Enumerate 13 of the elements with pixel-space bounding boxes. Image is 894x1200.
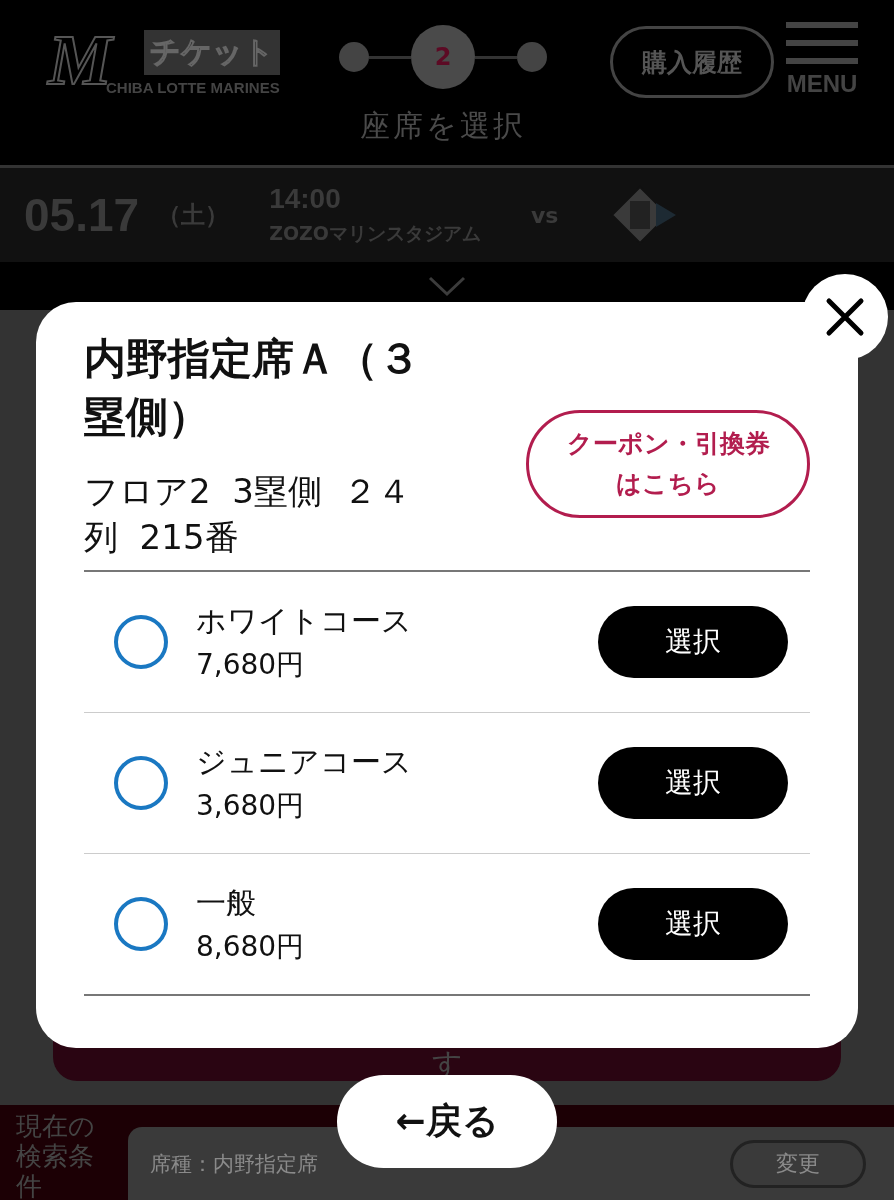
course-price: 8,680円 [196,928,306,965]
step-label: 座席を選択 [360,107,526,145]
course-price: 3,680円 [196,787,306,824]
course-name: 一般 [196,883,257,922]
course-name: ホワイトコース [196,601,413,640]
logo-subtitle: CHIBA LOTTE MARINES [106,79,280,96]
seat-type-value: 席種：内野指定席 [150,1150,318,1178]
course-name: ジュニアコース [196,742,413,781]
seat-location: フロア2 3塁側 ２４列 215番 [84,470,413,559]
search-conditions-label: 現在の検索条件 [16,1111,96,1200]
course-price: 7,680円 [196,646,306,683]
step-indicator: 2 [411,25,475,89]
seat-title: 内野指定席Ａ（３塁側） [84,333,421,443]
